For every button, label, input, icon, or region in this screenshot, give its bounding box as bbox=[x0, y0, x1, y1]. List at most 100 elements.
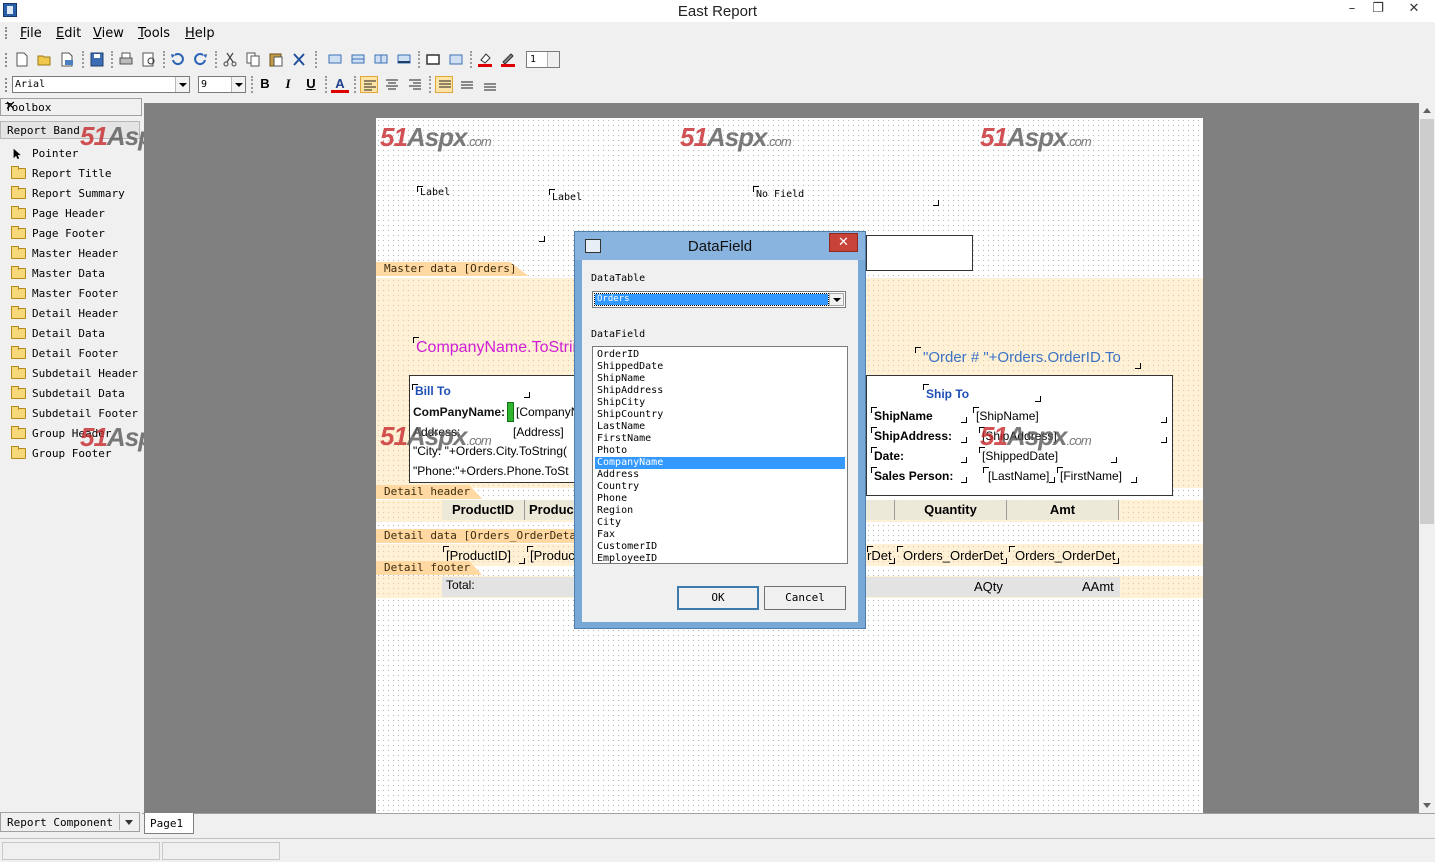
ok-button[interactable]: OK bbox=[677, 586, 759, 610]
menu-help[interactable]: Help bbox=[185, 26, 215, 41]
datatable-select[interactable]: Orders bbox=[592, 291, 846, 308]
menu-file[interactable]: File bbox=[20, 26, 42, 41]
bill-to-heading[interactable]: Bill To bbox=[411, 383, 531, 399]
address-value[interactable]: [Address] bbox=[513, 425, 564, 439]
valign-bottom-icon[interactable] bbox=[481, 76, 499, 93]
header-cell-quantity[interactable]: Quantity bbox=[895, 500, 1007, 520]
copy-icon[interactable] bbox=[244, 51, 262, 68]
menu-view[interactable]: View bbox=[93, 26, 124, 41]
chevron-down-icon[interactable] bbox=[231, 77, 245, 92]
list-item[interactable]: ShipCountry bbox=[595, 409, 845, 421]
open-icon[interactable] bbox=[36, 51, 54, 68]
undo-icon[interactable] bbox=[168, 51, 186, 68]
datafield-list[interactable]: OrderID ShippedDate ShipName ShipAddress… bbox=[592, 346, 848, 564]
order-expression[interactable]: "Order # "+Orders.OrderID.To bbox=[914, 346, 1142, 370]
lastname-value[interactable]: [LastName] bbox=[982, 466, 1056, 484]
line-color-icon[interactable] bbox=[499, 51, 517, 68]
date-label[interactable]: Date: bbox=[870, 446, 968, 464]
delete-icon[interactable] bbox=[290, 51, 308, 68]
print-icon[interactable] bbox=[117, 51, 135, 68]
redo-icon[interactable] bbox=[192, 51, 210, 68]
band-label-detail-footer[interactable]: Detail footer bbox=[376, 561, 483, 575]
align-left-icon[interactable] bbox=[326, 51, 344, 68]
font-color-button[interactable]: A bbox=[331, 76, 349, 93]
chevron-down-icon[interactable] bbox=[119, 814, 137, 830]
header-cell-amt[interactable]: Amt bbox=[1007, 500, 1119, 520]
tool-master-data[interactable]: Master Data bbox=[8, 265, 140, 283]
valign-top-icon[interactable] bbox=[435, 76, 453, 93]
align-right-icon[interactable] bbox=[372, 51, 390, 68]
open-file-icon[interactable] bbox=[59, 51, 77, 68]
menu-edit[interactable]: Edit bbox=[56, 26, 81, 41]
footer-total[interactable]: Total: bbox=[446, 578, 475, 592]
list-item[interactable]: FirstName bbox=[595, 433, 845, 445]
list-item[interactable]: ShipCity bbox=[595, 397, 845, 409]
header-cell-productid[interactable]: ProductID bbox=[442, 500, 525, 520]
tool-detail-footer[interactable]: Detail Footer bbox=[8, 345, 140, 363]
paste-icon[interactable] bbox=[267, 51, 285, 68]
tool-master-header[interactable]: Master Header bbox=[8, 245, 140, 263]
band-label-detail-header[interactable]: Detail header bbox=[376, 485, 483, 499]
align-bottom-icon[interactable] bbox=[395, 51, 413, 68]
text-align-left-icon[interactable] bbox=[360, 76, 378, 93]
footer-aamt[interactable]: AAmt bbox=[1082, 579, 1114, 594]
tool-subdetail-footer[interactable]: Subdetail Footer bbox=[8, 405, 140, 423]
scroll-up-icon[interactable] bbox=[1423, 108, 1431, 113]
list-item[interactable]: CustomerID bbox=[595, 541, 845, 553]
sales-person-label[interactable]: Sales Person: bbox=[870, 466, 968, 484]
frame-icon[interactable] bbox=[447, 51, 465, 68]
menu-tools[interactable]: Tools bbox=[138, 26, 170, 41]
scroll-thumb[interactable] bbox=[1420, 119, 1434, 524]
chevron-down-icon[interactable] bbox=[829, 293, 844, 306]
minimize-button[interactable]: – bbox=[1338, 0, 1366, 20]
tab-page1[interactable]: Page1 bbox=[144, 813, 194, 834]
band-label-master-data[interactable]: Master data [Orders] bbox=[376, 262, 529, 276]
data-cell-amt[interactable]: Orders_OrderDet bbox=[1008, 545, 1120, 565]
chevron-down-icon[interactable] bbox=[175, 77, 189, 92]
cancel-button[interactable]: Cancel bbox=[764, 586, 846, 610]
report-component-section[interactable]: Report Component bbox=[0, 812, 140, 832]
company-value[interactable]: [CompanyN bbox=[516, 405, 576, 419]
tool-master-footer[interactable]: Master Footer bbox=[8, 285, 140, 303]
close-icon[interactable]: ✕ bbox=[5, 99, 136, 114]
tool-report-title[interactable]: Report Title bbox=[8, 165, 140, 183]
nofield-control[interactable]: No Field bbox=[752, 185, 940, 207]
list-item[interactable]: City bbox=[595, 517, 845, 529]
align-center-icon[interactable] bbox=[349, 51, 367, 68]
tool-subdetail-header[interactable]: Subdetail Header bbox=[8, 365, 140, 383]
shipname-label[interactable]: ShipName bbox=[870, 406, 968, 424]
scroll-down-icon[interactable] bbox=[1423, 803, 1431, 808]
fill-color-icon[interactable] bbox=[476, 51, 494, 68]
selection-handle[interactable] bbox=[507, 402, 514, 422]
close-button[interactable]: ✕ bbox=[1400, 0, 1428, 20]
restore-button[interactable]: ❐ bbox=[1364, 0, 1392, 20]
company-label[interactable]: ComPanyName: bbox=[413, 405, 505, 419]
list-item[interactable]: Photo bbox=[595, 445, 845, 457]
list-item-selected[interactable]: CompanyName bbox=[595, 457, 845, 469]
list-item[interactable]: Address bbox=[595, 469, 845, 481]
footer-aqty[interactable]: AQty bbox=[974, 579, 1003, 594]
italic-button[interactable]: I bbox=[279, 76, 297, 93]
company-expression[interactable]: CompanyName.ToString bbox=[412, 336, 582, 362]
list-item[interactable]: ShipName bbox=[595, 373, 845, 385]
list-item[interactable]: OrderID bbox=[595, 349, 845, 361]
underline-button[interactable]: U bbox=[302, 76, 320, 93]
box-control[interactable] bbox=[866, 235, 973, 271]
list-item[interactable]: LastName bbox=[595, 421, 845, 433]
tool-page-footer[interactable]: Page Footer bbox=[8, 225, 140, 243]
data-cell-orderdet[interactable]: rDet bbox=[866, 545, 896, 565]
cut-icon[interactable] bbox=[221, 51, 239, 68]
firstname-value[interactable]: [FirstName] bbox=[1056, 466, 1138, 484]
list-item[interactable]: Fax bbox=[595, 529, 845, 541]
save-icon[interactable] bbox=[88, 51, 106, 68]
phone-expression[interactable]: "Phone:"+Orders.Phone.ToSt bbox=[413, 464, 583, 478]
tool-page-header[interactable]: Page Header bbox=[8, 205, 140, 223]
list-item[interactable]: Country bbox=[595, 481, 845, 493]
list-item[interactable]: ShipAddress bbox=[595, 385, 845, 397]
valign-middle-icon[interactable] bbox=[458, 76, 476, 93]
vertical-scrollbar[interactable] bbox=[1419, 103, 1435, 813]
list-item[interactable]: Region bbox=[595, 505, 845, 517]
tool-report-summary[interactable]: Report Summary bbox=[8, 185, 140, 203]
list-item[interactable]: ShippedDate bbox=[595, 361, 845, 373]
stepper-arrows-icon[interactable] bbox=[547, 52, 559, 67]
